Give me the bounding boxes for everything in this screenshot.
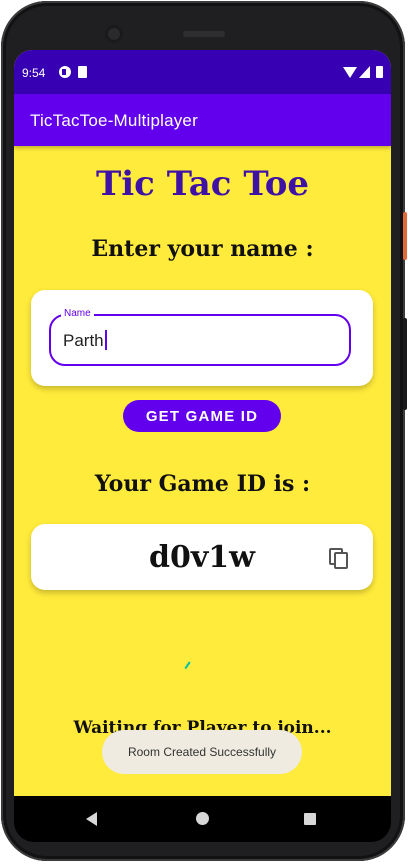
app-screen: 9:54 TicTacToe-Multiplayer Tic Tac Toe E… (14, 50, 391, 796)
name-field[interactable]: Name Parth (49, 308, 351, 366)
status-time: 9:54 (22, 66, 46, 80)
toast-message: Room Created Successfully (102, 730, 302, 774)
signal-icon (359, 66, 370, 78)
name-card: Name Parth (31, 290, 373, 386)
sd-card-icon (78, 66, 87, 78)
status-bar: 9:54 (14, 50, 391, 94)
app-bar-title: TicTacToe-Multiplayer (30, 111, 198, 130)
nav-bar (14, 796, 391, 842)
name-field-label: Name (61, 308, 94, 319)
name-field-value: Parth (63, 331, 104, 350)
volume-button (403, 318, 407, 410)
loading-spinner (184, 661, 196, 673)
game-id-value: d0v1w (149, 540, 255, 575)
get-game-id-button[interactable]: GET GAME ID (123, 400, 281, 432)
back-icon[interactable] (86, 812, 97, 826)
power-button (403, 212, 407, 260)
battery-icon (376, 66, 383, 78)
recents-icon[interactable] (304, 813, 316, 825)
name-field-value-wrap[interactable]: Parth (63, 330, 107, 351)
text-caret (104, 330, 107, 350)
wifi-icon (343, 67, 357, 78)
earpiece-speaker (183, 31, 225, 37)
page-title: Tic Tac Toe (95, 164, 310, 204)
home-icon[interactable] (196, 812, 209, 825)
game-id-prompt: Your Game ID is : (94, 471, 311, 497)
copy-icon[interactable] (329, 548, 349, 570)
name-prompt: Enter your name : (91, 236, 314, 262)
front-camera (105, 25, 123, 43)
game-id-card: d0v1w (31, 524, 373, 590)
app-notification-icon (59, 66, 71, 78)
app-bar: TicTacToe-Multiplayer (14, 94, 391, 146)
